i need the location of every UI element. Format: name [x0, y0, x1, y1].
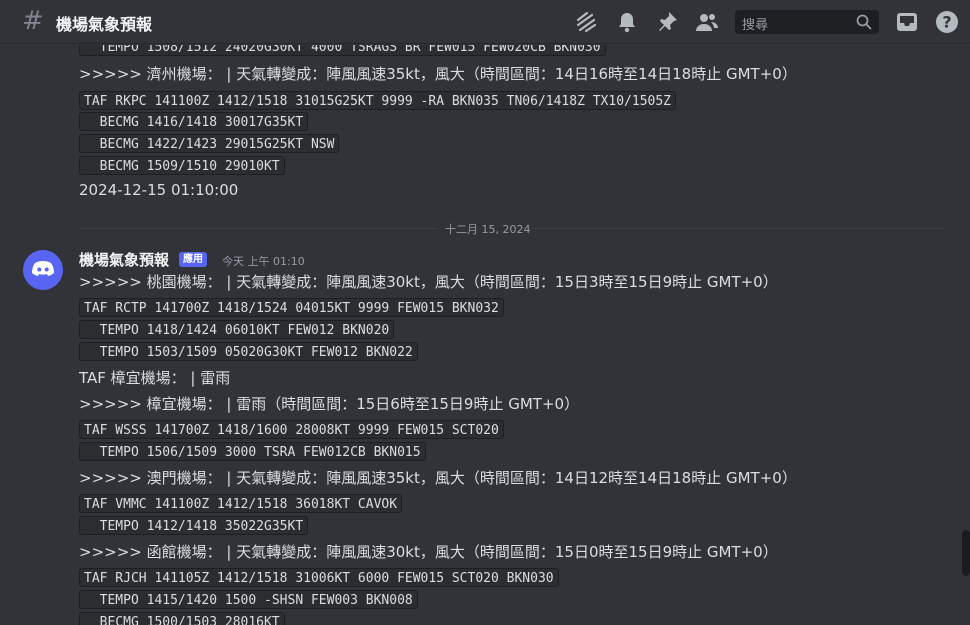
code-line: BECMG 1509/1510 29010KT: [79, 156, 285, 175]
message-timestamp[interactable]: 今天 上午 01:10: [222, 253, 305, 269]
search-icon[interactable]: [856, 14, 872, 34]
date-divider-line: [79, 228, 438, 229]
posted-time: 2024-12-15 01:10:00: [79, 181, 239, 199]
channel-title: 機場氣象預報: [56, 15, 153, 34]
bell-icon[interactable]: [615, 10, 639, 34]
alert-line: >>>>> 濟州機場： | 天氣轉變成：陣風風速35kt，風大（時間區間：14日…: [79, 65, 797, 83]
code-line: TAF VMMC 141100Z 1412/1518 36018KT CAVOK: [79, 494, 403, 513]
code-line: TEMPO 1506/1509 3000 TSRA FEW012CB BKN01…: [79, 442, 426, 461]
code-line: TAF RKPC 141100Z 1412/1518 31015G25KT 99…: [79, 91, 676, 110]
code-line: TEMPO 1503/1509 05020G30KT FEW012 BKN022: [79, 342, 418, 361]
message-list[interactable]: TEMPO 1508/1512 24020G30KT 4000 TSRAGS B…: [0, 45, 970, 625]
channel-hash-icon: #: [22, 6, 44, 36]
alert-line: >>>>> 函館機場： | 天氣轉變成：陣風風速30kt，風大（時間區間：15日…: [79, 543, 778, 561]
alert-line: >>>>> 澳門機場： | 天氣轉變成：陣風風速35kt，風大（時間區間：14日…: [79, 469, 797, 487]
inbox-icon[interactable]: [895, 10, 919, 34]
members-icon[interactable]: [695, 10, 719, 34]
search-box[interactable]: 搜尋: [735, 10, 879, 34]
code-line: TEMPO 1418/1424 06010KT FEW012 BKN020: [79, 320, 395, 339]
code-line: BECMG 1416/1418 30017G35KT: [79, 112, 309, 131]
channel-header: # 機場氣象預報 搜尋 ?: [0, 0, 970, 44]
avatar[interactable]: [23, 250, 63, 290]
code-line: TEMPO 1412/1418 35022G35KT: [79, 516, 309, 535]
code-line: BECMG 1500/1503 28016KT: [79, 612, 285, 625]
code-line: TEMPO 1415/1420 1500 -SHSN FEW003 BKN008: [79, 590, 418, 609]
code-line: TAF RCTP 141700Z 1418/1524 04015KT 9999 …: [79, 298, 504, 317]
date-divider-line: [530, 228, 944, 229]
code-line: TAF RJCH 141105Z 1412/1518 31006KT 6000 …: [79, 568, 559, 587]
code-line: BECMG 1422/1423 29015G25KT NSW: [79, 134, 340, 153]
search-input[interactable]: 搜尋: [742, 14, 768, 33]
code-line: TEMPO 1508/1512 24020G30KT 4000 TSRAGS B…: [79, 45, 606, 56]
code-line: TAF WSSS 141700Z 1418/1600 28008KT 9999 …: [79, 420, 504, 439]
threads-icon[interactable]: [574, 10, 598, 34]
svg-text:?: ?: [942, 13, 951, 32]
help-icon[interactable]: ?: [935, 10, 959, 34]
author-name[interactable]: 機場氣象預報: [79, 249, 169, 270]
app-badge: 應用: [179, 252, 207, 267]
taf-notice: TAF 樟宜機場： | 雷雨: [79, 369, 231, 387]
date-divider: 十二月 15, 2024: [443, 221, 533, 237]
alert-line: >>>>> 樟宜機場： | 雷雨（時間區間：15日6時至15日9時止 GMT+0…: [79, 395, 580, 413]
scrollbar-thumb[interactable]: [962, 530, 970, 576]
alert-line: >>>>> 桃園機場： | 天氣轉變成：陣風風速30kt，風大（時間區間：15日…: [79, 273, 778, 291]
pin-icon[interactable]: [655, 10, 679, 34]
